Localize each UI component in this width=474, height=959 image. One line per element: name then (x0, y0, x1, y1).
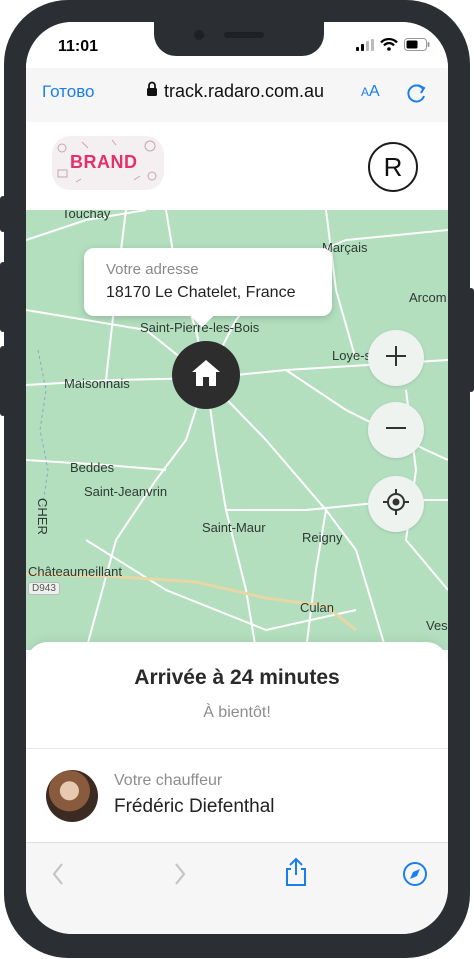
reload-icon[interactable] (406, 81, 428, 110)
driver-label: Votre chauffeur (114, 772, 223, 789)
site-header: BRAND R (26, 122, 448, 210)
notch (154, 22, 324, 56)
town-label: Saint-Jeanvrin (84, 484, 168, 499)
brand-logo-text: BRAND (70, 152, 138, 172)
volume-down-button (0, 346, 6, 416)
volume-up-button (0, 262, 6, 332)
brand-logo[interactable]: BRAND (52, 136, 164, 190)
tracking-map[interactable]: Touchay Marçais Arcom Saint-Pierre-les-B… (26, 210, 448, 650)
town-label: Beddes (70, 460, 115, 475)
phone-screen: 11:01 Готово track.radaro.com.au AA BRAN… (26, 22, 448, 934)
power-button (468, 288, 474, 392)
driver-name: Frédéric Diefenthal (114, 796, 275, 817)
town-label: Maisonnais (64, 376, 130, 391)
radaro-logo[interactable]: R (368, 142, 418, 192)
browser-toolbar (26, 842, 448, 934)
town-label: Châteaumeillant (28, 564, 122, 579)
town-label: Arcom (409, 290, 447, 305)
region-label: CHER (35, 498, 50, 535)
crosshair-icon (382, 488, 410, 521)
delivery-info-sheet: Arrivée à 24 minutes À bientôt! Votre ch… (26, 642, 448, 848)
forward-icon[interactable] (172, 861, 188, 892)
lock-icon (146, 81, 158, 102)
town-label: Reigny (302, 530, 343, 545)
text-size-large-letter: A (369, 83, 380, 100)
road-number-label: D943 (28, 582, 60, 595)
address-callout: Votre adresse 18170 Le Chatelet, France (84, 248, 332, 328)
text-size-small-letter: A (361, 85, 370, 99)
address-field[interactable]: track.radaro.com.au (146, 81, 324, 102)
town-label: Saint-Maur (202, 520, 266, 535)
divider (26, 748, 448, 749)
browser-url-bar: Готово track.radaro.com.au AA (26, 68, 448, 123)
zoom-in-button[interactable] (368, 330, 424, 386)
text-size-button[interactable]: AA (361, 83, 380, 101)
battery-icon (404, 38, 430, 56)
eta-text: Arrivée à 24 minutes (134, 666, 340, 689)
mute-switch (0, 196, 6, 232)
radaro-logo-letter: R (383, 151, 403, 182)
wifi-icon (380, 38, 398, 56)
locate-me-button[interactable] (368, 476, 424, 532)
system-icons (356, 38, 430, 56)
town-label: Ves (426, 618, 448, 633)
done-button[interactable]: Готово (42, 82, 95, 102)
farewell-text: À bientôt! (203, 704, 271, 721)
zoom-out-button[interactable] (368, 402, 424, 458)
town-label: Touchay (62, 210, 111, 221)
plus-icon (384, 344, 408, 373)
address-value: 18170 Le Chatelet, France (106, 284, 296, 301)
home-marker[interactable] (172, 341, 240, 409)
home-icon (190, 358, 222, 393)
town-label: Culan (300, 600, 334, 615)
compass-icon[interactable] (402, 861, 428, 892)
status-bar: 11:01 (26, 22, 448, 68)
share-icon[interactable] (284, 857, 308, 892)
address-label: Votre adresse (106, 261, 199, 278)
status-time: 11:01 (58, 38, 99, 55)
url-text: track.radaro.com.au (164, 81, 325, 101)
back-icon[interactable] (50, 861, 66, 892)
signal-icon (356, 38, 374, 56)
minus-icon (384, 416, 408, 445)
driver-avatar (46, 770, 98, 822)
